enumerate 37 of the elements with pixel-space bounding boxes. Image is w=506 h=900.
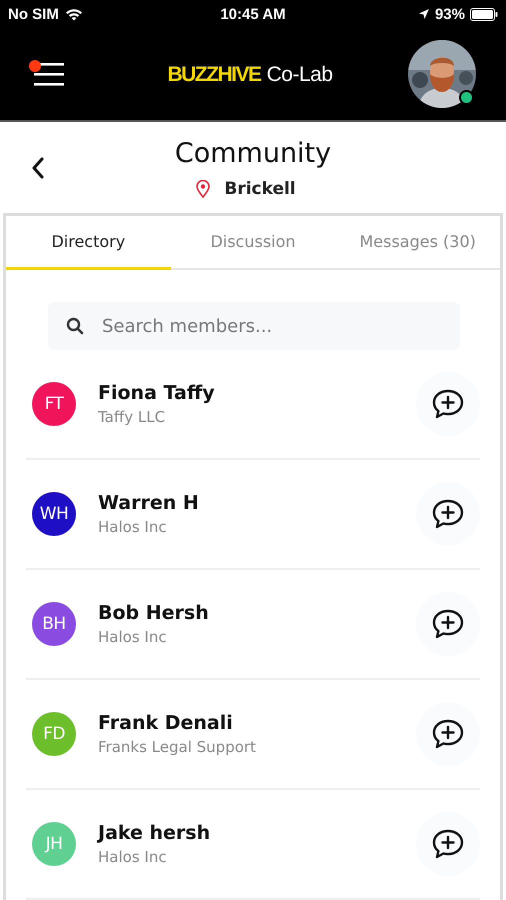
search-field[interactable]: Search members... [48, 302, 460, 350]
member-name: Warren H [98, 492, 200, 514]
wifi-icon [64, 8, 83, 21]
battery-icon [470, 8, 498, 21]
chat-plus-icon [431, 608, 465, 640]
search-icon [66, 317, 84, 336]
member-avatar: BH [32, 602, 76, 646]
location-arrow-icon [418, 8, 430, 20]
member-company: Halos Inc [98, 518, 168, 536]
time-label: 10:45 AM [220, 6, 286, 23]
tab[interactable]: Directory [6, 216, 171, 270]
tab[interactable]: Discussion [170, 216, 336, 270]
member-company: Franks Legal Support [98, 738, 257, 756]
location-label: Brickell [224, 178, 296, 199]
battery-percent: 93% [434, 6, 465, 23]
member-name: Frank Denali [98, 712, 234, 734]
member-name: Bob Hersh [98, 602, 210, 624]
chat-plus-icon [431, 388, 465, 420]
member-company: Taffy LLC [98, 408, 166, 426]
back-icon [31, 156, 45, 179]
member-avatar: FT [32, 382, 76, 426]
chat-plus-icon [431, 718, 465, 750]
tab[interactable]: Messages (30) [335, 216, 500, 270]
chat-plus-icon [431, 828, 465, 860]
member-company: Halos Inc [98, 848, 168, 866]
chat-plus-icon [431, 498, 465, 530]
location-pin-icon [196, 180, 210, 198]
back-button[interactable] [30, 156, 46, 180]
logo: BUZZHIVE Co-Lab [167, 62, 333, 87]
carrier-label: No SIM [8, 6, 59, 23]
member-avatar: WH [32, 492, 76, 536]
page-title: Community [174, 138, 332, 169]
member-company: Halos Inc [98, 628, 168, 646]
member-name: Jake hersh [98, 822, 212, 844]
member-name: Fiona Taffy [98, 382, 216, 404]
member-avatar: FD [32, 712, 76, 756]
member-avatar: JH [32, 822, 76, 866]
